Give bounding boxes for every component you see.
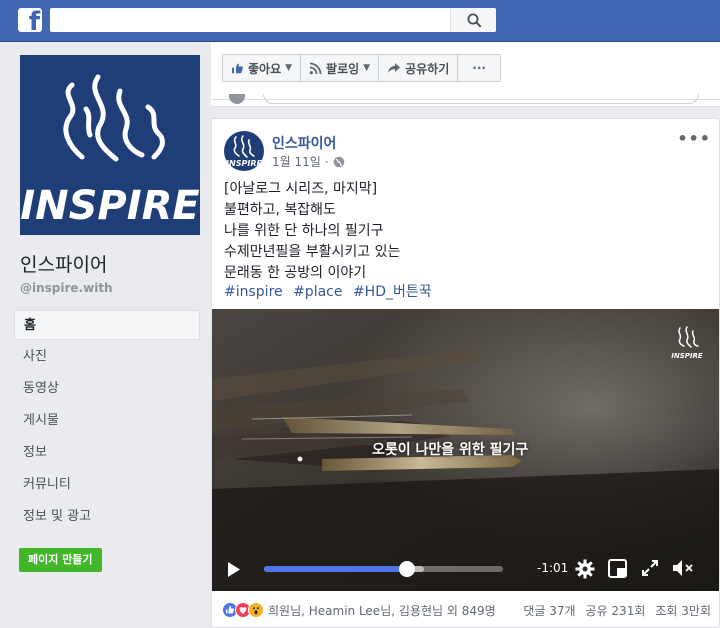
globe-icon[interactable]	[333, 156, 345, 168]
volume-muted-icon[interactable]	[672, 559, 694, 577]
page-nav: 홈 사진 동영상 게시물 정보 커뮤니티 정보 및 광고	[14, 310, 200, 534]
post-author-avatar[interactable]: INSPIRE	[224, 131, 264, 171]
watermark-wordmark: INSPIRE	[671, 352, 703, 360]
sidebar-nav-item[interactable]: 홈	[14, 310, 200, 340]
post-line: [아날로그 시리즈, 마지막]	[224, 181, 378, 197]
play-icon[interactable]	[226, 561, 242, 578]
post-meta: 1월 11일 ·	[272, 153, 345, 170]
share-count[interactable]: 공유 231회	[586, 602, 646, 619]
composer-avatar	[229, 94, 245, 104]
post-author-name[interactable]: 인스파이어	[272, 133, 336, 153]
fullscreen-icon[interactable]	[641, 559, 659, 577]
thumbs-up-icon	[231, 62, 244, 75]
video-controls: -1:01	[212, 547, 719, 591]
inspire-logo-small: INSPIRE	[226, 135, 262, 168]
action-button[interactable]: 팔로잉 ▼	[301, 55, 380, 81]
caret-down-icon: ▼	[285, 63, 293, 73]
post-line: 수제만년필을 부활시키고 있는	[224, 244, 401, 260]
hashtag-link[interactable]: #HD_버튼꾹	[353, 284, 432, 300]
search-box	[50, 8, 496, 32]
action-label: 좋아요	[248, 61, 282, 76]
post-line: 나를 위한 단 하나의 필기구	[224, 223, 384, 239]
left-column: INSPIRE 인스파이어 @inspire.with 홈 사진 동영상 게시물 정보 커…	[0, 42, 210, 628]
action-buttons: 좋아요 ▼ 팔로잉 ▼ 공유하기 ···	[222, 54, 501, 82]
facebook-logo[interactable]: f	[18, 8, 42, 32]
post-hashtags: #inspire #place #HD_버튼꾹	[224, 281, 438, 301]
caret-down-icon: ▼	[363, 63, 371, 73]
post-card: INSPIRE 인스파이어 1월 11일 · ••• [아날로그 시리즈, 마지…	[211, 118, 720, 628]
time-remaining: -1:01	[537, 561, 569, 575]
composer-strip	[211, 94, 720, 107]
search-input[interactable]	[50, 8, 445, 32]
action-label: 팔로잉	[326, 61, 360, 76]
action-button[interactable]: 좋아요 ▼	[223, 55, 302, 81]
page-name[interactable]: 인스파이어	[20, 250, 107, 277]
sidebar-nav-item[interactable]: 사진	[14, 342, 200, 372]
create-page-button[interactable]: 페이지 만들기	[19, 548, 102, 572]
inspire-logo: INSPIRE	[20, 74, 200, 229]
settings-gear-icon[interactable]	[575, 559, 595, 579]
post-body: [아날로그 시리즈, 마지막] 불편하고, 복잡해도 나를 위한 단 하나의 필…	[224, 179, 400, 284]
main-column: 좋아요 ▼ 팔로잉 ▼ 공유하기 ··· INSPIRE 인스파이어 1월 11일 · •…	[211, 42, 720, 628]
search-icon	[467, 13, 482, 28]
page-action-bar: 좋아요 ▼ 팔로잉 ▼ 공유하기 ···	[211, 42, 720, 100]
sidebar-nav-item[interactable]: 커뮤니티	[14, 470, 200, 500]
action-label: 공유하기	[405, 61, 450, 76]
video-caption: 오롯이 나만을 위한 필기구	[372, 442, 529, 458]
action-label: ···	[472, 61, 486, 75]
page-profile-picture[interactable]: INSPIRE	[20, 55, 200, 235]
sidebar-nav-item[interactable]: 정보	[14, 438, 200, 468]
sidebar-nav-item[interactable]: 정보 및 광고	[14, 502, 200, 532]
hashtag-link[interactable]: #place	[293, 284, 342, 300]
sidebar-nav-item[interactable]: 동영상	[14, 374, 200, 404]
more-actions-button[interactable]: ···	[458, 55, 500, 81]
rss-icon	[309, 62, 322, 75]
post-stats: 댓글 37개 공유 231회 조회 3만회	[523, 602, 711, 619]
post-date[interactable]: 1월 11일	[272, 153, 321, 170]
seek-handle[interactable]	[399, 561, 416, 577]
wow-reaction-icon	[248, 602, 264, 618]
post-options-button[interactable]: •••	[677, 129, 711, 148]
played-range	[264, 566, 408, 572]
video-watermark: INSPIRE	[671, 326, 703, 360]
composer-input[interactable]	[263, 94, 699, 104]
video-player[interactable]: 오롯이 나만을 위한 필기구 INSPIRE -1:01	[212, 309, 719, 591]
picture-in-picture-icon[interactable]	[608, 559, 627, 578]
logo-wordmark: INSPIRE	[20, 183, 200, 229]
hashtag-link[interactable]: #inspire	[224, 284, 283, 300]
seek-bar[interactable]	[264, 561, 503, 577]
post-footer: 희원님, Heamin Lee님, 김용현님 외 849명 댓글 37개 공유 …	[212, 591, 719, 627]
search-button[interactable]	[450, 8, 496, 32]
comment-count[interactable]: 댓글 37개	[523, 602, 575, 619]
page-handle[interactable]: @inspire.with	[20, 281, 113, 295]
meta-separator: ·	[324, 154, 329, 169]
view-count: 조회 3만회	[655, 603, 711, 618]
reactors-text[interactable]: 희원님, Heamin Lee님, 김용현님 외 849명	[268, 602, 496, 619]
top-bar: f	[0, 0, 720, 42]
action-button[interactable]: 공유하기	[379, 55, 459, 81]
sidebar-nav-item[interactable]: 게시물	[14, 406, 200, 436]
avatar-wordmark: INSPIRE	[226, 159, 262, 168]
share-icon	[387, 62, 401, 74]
reaction-icons[interactable]	[222, 602, 264, 618]
post-line: 불편하고, 복잡해도	[224, 202, 336, 218]
